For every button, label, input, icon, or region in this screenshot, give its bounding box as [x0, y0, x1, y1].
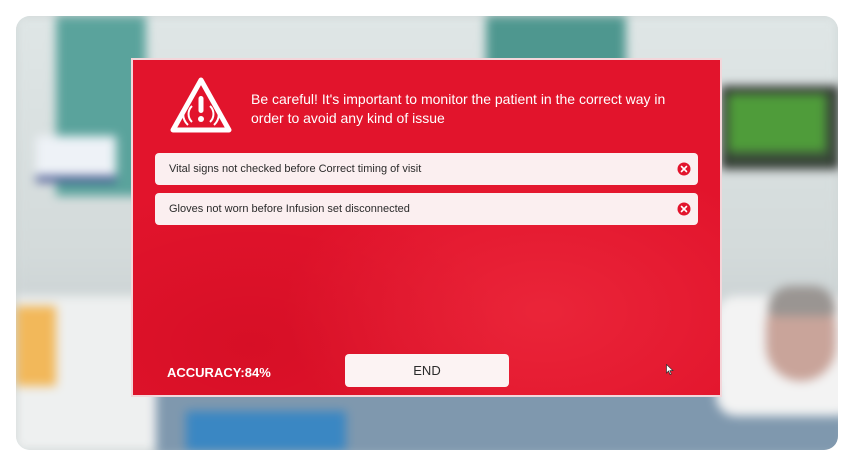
wall-monitor-screen — [728, 94, 826, 152]
mouse-cursor-icon — [666, 364, 674, 375]
blue-mat — [186, 411, 346, 450]
warning-message: Be careful! It's important to monitor th… — [251, 91, 666, 126]
error-item-text: Vital signs not checked before Correct t… — [169, 163, 422, 175]
close-circle-icon[interactable] — [677, 202, 691, 216]
close-circle-icon[interactable] — [677, 162, 691, 176]
error-item: Gloves not worn before Infusion set disc… — [155, 193, 698, 225]
accuracy-label: ACCURACY:84% — [167, 365, 271, 380]
end-button[interactable]: END — [345, 354, 509, 387]
patient-hair — [768, 286, 836, 316]
medical-device — [36, 136, 116, 182]
error-item-text: Gloves not worn before Infusion set disc… — [169, 203, 410, 215]
bed-rail — [16, 306, 56, 386]
error-item: Vital signs not checked before Correct t… — [155, 153, 698, 185]
warning-triangle-icon — [170, 77, 232, 133]
warning-modal: Be careful! It's important to monitor th… — [131, 58, 722, 397]
